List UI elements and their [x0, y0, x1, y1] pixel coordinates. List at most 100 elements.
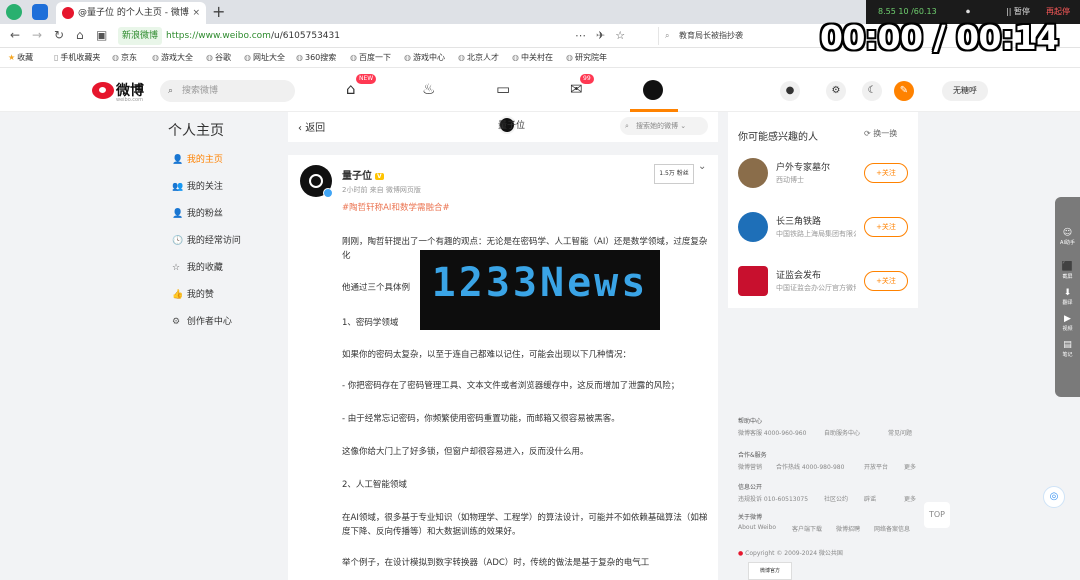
post-hashtag[interactable]: #陶哲轩称AI和数学需融合# [342, 201, 708, 215]
new-badge: NEW [356, 74, 377, 84]
bookmark-item[interactable]: ◍ 谷歌 [206, 48, 231, 68]
url-scheme: https:// [166, 31, 199, 41]
compose-icon[interactable]: ✎ [894, 81, 914, 101]
bookmark-item[interactable]: ◍ 游戏中心 [404, 48, 445, 68]
new-tab-button[interactable]: + [212, 2, 225, 21]
avatar [738, 266, 768, 296]
bookmark-item[interactable]: ◍ 京东 [112, 48, 137, 68]
translate-tool[interactable]: ⬇ 翻译 [1055, 287, 1080, 307]
search-icon: ⌕ [625, 122, 629, 130]
screenshot-tool[interactable]: ⬛ 截屏 [1055, 261, 1080, 281]
avatar [738, 212, 768, 242]
vip-badge: V [375, 173, 384, 180]
bookmark-item[interactable]: ◍ 游戏大全 [152, 48, 193, 68]
floating-assistant-icon[interactable]: ◎ [1043, 486, 1065, 508]
sidebar-item-likes[interactable]: 👍 我的赞 [172, 287, 214, 300]
message-count-badge: 99 [580, 74, 594, 84]
site-identity-badge[interactable]: 新浪微博 [118, 27, 163, 45]
follow-button[interactable]: +关注 [864, 163, 908, 183]
video-icon[interactable]: ▭ [496, 80, 510, 98]
video-tool[interactable]: ▶ 视频 [1055, 313, 1080, 333]
post-paragraph: - 你把密码存在了密码管理工具、文本文件或者浏览器缓存中，这反而增加了泄露的风险… [342, 381, 680, 391]
browser-search-text: 教育局长被指抄袭 [679, 31, 743, 40]
bookmark-item[interactable]: ◍ 网址大全 [244, 48, 285, 68]
sidebar-item-fans[interactable]: 👤 我的粉丝 [172, 206, 223, 219]
globe-icon: ◍ [566, 53, 573, 62]
fans-icon: 👤 [172, 209, 184, 219]
bookmark-item[interactable]: ▯ 手机收藏夹 [54, 48, 100, 68]
bookmark-item[interactable]: ◍ 北京人才 [458, 48, 499, 68]
url-field[interactable]: 新浪微博 https://www.weibo.com/u/6105753431 [118, 27, 648, 45]
bookmark-item[interactable]: ◍ 百度一下 [350, 48, 391, 68]
sidebar-item-following[interactable]: 👥 我的关注 [172, 179, 223, 192]
star-icon: ★ [8, 53, 16, 62]
video-timer: 00:00 / 00:14 [820, 18, 1059, 57]
bookmark-item[interactable]: ◍ 研究院年 [566, 48, 607, 68]
bookmark-item[interactable]: ◍ 360搜索 [296, 48, 336, 68]
refresh-icon[interactable]: ↻ [54, 28, 64, 42]
hot-flame-icon[interactable]: ♨ [422, 80, 435, 98]
weibo-post-card: 量子位 V 2小时前 来自 微博网页版 1.5万 粉丝 ⌄ #陶哲轩称AI和数学需… [288, 155, 718, 580]
search-icon: ⌕ [168, 86, 174, 96]
globe-icon: ◍ [512, 53, 519, 62]
thumbs-up-icon: 👍 [172, 290, 184, 300]
gear-icon[interactable]: ⚙ [826, 81, 846, 101]
tab-title: @量子位 的个人主页 - 微博 [78, 8, 189, 18]
suggested-user[interactable]: 长三角铁路 中国铁路上海局集团有限公司 +关注 [738, 212, 918, 252]
post-paragraph: 在AI领域，很多基于专业知识（如物理学、工程学）的算法设计，可能并不如依赖基础算… [342, 513, 708, 537]
post-author-name[interactable]: 量子位 V [342, 167, 384, 182]
weibo-logo[interactable]: 微博 weibo.com [92, 78, 152, 104]
post-paragraph: 举个例子，在设计模拟到数字转换器（ADC）时，传统的做法是基于复杂的电气工 [342, 558, 650, 568]
home-icon[interactable]: ⌂ [76, 28, 84, 42]
left-sidebar: 个人主页 👤 我的主页 👥 我的关注 👤 我的粉丝 🕓 我的经常访问 ☆ 我的收… [160, 112, 280, 362]
profile-search-input[interactable]: ⌕ 搜索她的微博 ⌄ [620, 117, 708, 135]
globe-icon: ◍ [206, 53, 213, 62]
back-button[interactable]: ‹ 返回 [298, 119, 325, 134]
post-author-avatar[interactable] [300, 165, 333, 198]
globe-icon: ◍ [244, 53, 251, 62]
ai-assistant-tool[interactable]: ☺ AI助手 [1055, 227, 1080, 247]
back-arrow-icon[interactable]: ← [10, 28, 20, 42]
globe-icon: ◍ [404, 53, 411, 62]
suggested-user[interactable]: 户外专家墓尔 西动博士 +关注 [738, 158, 918, 198]
browser-tab-weibo[interactable]: @量子位 的个人主页 - 微博 × [56, 2, 206, 24]
suggested-users-card: 你可能感兴趣的人 ⟳ 换一换 户外专家墓尔 西动博士 +关注 长三角铁路 中国铁… [728, 112, 918, 308]
refresh-suggestions-button[interactable]: ⟳ 换一换 [864, 128, 897, 139]
star-icon: ☆ [172, 263, 181, 273]
game-icon[interactable]: ● [780, 81, 800, 101]
bookmark-item[interactable]: ◍ 中关村在 [512, 48, 553, 68]
address-bar-tools[interactable]: ⋯✈☆ [575, 29, 635, 42]
follow-button[interactable]: +关注 [864, 217, 908, 237]
bookmark-item[interactable]: ★ 收藏 [8, 48, 33, 68]
profile-avatar-icon[interactable] [643, 80, 663, 100]
url-domain: www.weibo.com [198, 31, 271, 41]
close-tab-icon[interactable]: × [192, 2, 200, 24]
gear-icon: ⚙ [172, 317, 181, 327]
users-icon: 👥 [172, 182, 184, 192]
forward-arrow-icon[interactable]: → [32, 28, 42, 42]
chevron-down-icon[interactable]: ⌄ [698, 161, 706, 172]
extension-icon[interactable]: ▣ [96, 28, 107, 42]
moon-icon[interactable]: ☾ [862, 81, 882, 101]
shield-icon[interactable] [32, 4, 48, 20]
suggestions-title: 你可能感兴趣的人 [738, 132, 818, 143]
qr-code-badge[interactable]: 微博官方 [748, 562, 792, 580]
sidebar-item-frequent[interactable]: 🕓 我的经常访问 [172, 233, 241, 246]
user-name-chip[interactable]: 无糖呼 [942, 81, 988, 101]
message-icon[interactable]: ✉ 99 [570, 74, 594, 98]
back-to-top-button[interactable]: TOP [924, 502, 950, 528]
browser-search-field[interactable]: ⌕ 教育局长被指抄袭 [658, 27, 818, 45]
follow-button[interactable]: +关注 [864, 271, 908, 291]
profile-header-bar: ‹ 返回 量子位 ⌕ 搜索她的微博 ⌄ [288, 112, 718, 142]
browser-logo-icon[interactable] [6, 4, 22, 20]
suggested-user[interactable]: 证监会发布 中国证监会办公厅官方微博 +关注 [738, 266, 918, 306]
sidebar-item-creator-center[interactable]: ⚙ 创作者中心 [172, 314, 232, 327]
notes-tool[interactable]: ▤ 笔记 [1055, 339, 1080, 359]
home-icon[interactable]: ⌂ NEW [346, 74, 377, 98]
follower-count-badge[interactable]: 1.5万 粉丝 [654, 164, 694, 184]
avatar [738, 158, 768, 188]
weibo-search-input[interactable]: ⌕ 搜索微博 [160, 80, 295, 102]
sidebar-item-my-home[interactable]: 👤 我的主页 [172, 152, 223, 165]
post-paragraph: 2、人工智能领域 [342, 480, 407, 490]
sidebar-item-favorites[interactable]: ☆ 我的收藏 [172, 260, 223, 273]
